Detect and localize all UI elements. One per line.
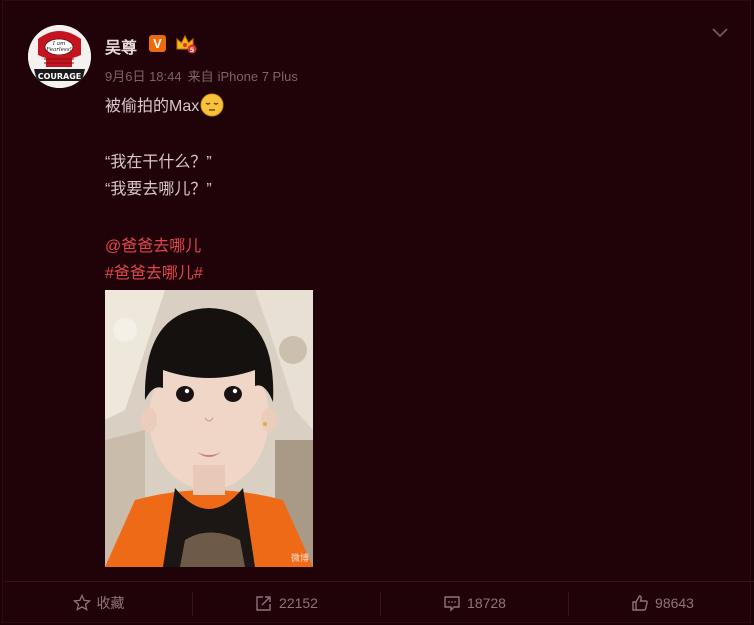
comment-button[interactable]: 18728 — [381, 582, 568, 624]
post-text-line1: 被偷拍的Max — [105, 92, 224, 117]
repost-button[interactable]: 22152 — [193, 582, 380, 624]
thumbs-up-icon — [632, 595, 648, 611]
comment-count: 18728 — [467, 595, 506, 611]
star-icon — [72, 594, 91, 611]
repost-count: 22152 — [279, 595, 318, 611]
chevron-down-icon[interactable] — [710, 26, 730, 40]
child-portrait-image — [105, 290, 313, 567]
avatar-banner-text: COURAGE — [38, 72, 82, 81]
favorite-label: 收藏 — [96, 595, 125, 611]
post-text-line2: “我在干什么？” — [105, 154, 212, 171]
post-text-line1-content: 被偷拍的Max — [105, 98, 200, 115]
action-toolbar: 收藏 22152 18728 98643 — [5, 581, 754, 624]
share-icon — [256, 596, 271, 611]
post-meta: 9月6日 18:44 来自 iPhone 7 Plus — [105, 66, 298, 85]
sleepy-face-emoji-icon — [200, 93, 224, 117]
post-timestamp[interactable]: 9月6日 18:44 — [105, 69, 182, 84]
username[interactable]: 吴尊 — [105, 34, 137, 58]
svg-text:5: 5 — [190, 46, 195, 54]
like-count: 98643 — [655, 595, 694, 611]
crown-badge-icon[interactable]: 5 — [175, 34, 197, 54]
post-text-line3: “我要去哪儿？” — [105, 181, 212, 198]
hashtag-link[interactable]: #爸爸去哪儿# — [105, 259, 203, 283]
verified-badge-icon[interactable]: V — [149, 35, 166, 52]
favorite-button[interactable]: 收藏 — [5, 582, 192, 624]
source-prefix: 来自 — [187, 69, 214, 84]
avatar-image: I am Fearless! COURAGE — [28, 25, 91, 88]
comment-icon — [444, 596, 460, 612]
weibo-post-card: I am Fearless! COURAGE 吴尊 V 5 9月6日 18:44… — [2, 0, 754, 624]
photo-watermark: 微博 — [290, 553, 309, 563]
post-photo[interactable]: 微博 — [105, 290, 313, 567]
mention-link[interactable]: @爸爸去哪儿 — [105, 232, 201, 256]
avatar-text-line2: Fearless! — [45, 47, 72, 53]
like-button[interactable]: 98643 — [569, 582, 754, 624]
avatar[interactable]: I am Fearless! COURAGE — [28, 25, 91, 88]
source-device[interactable]: iPhone 7 Plus — [218, 69, 298, 84]
